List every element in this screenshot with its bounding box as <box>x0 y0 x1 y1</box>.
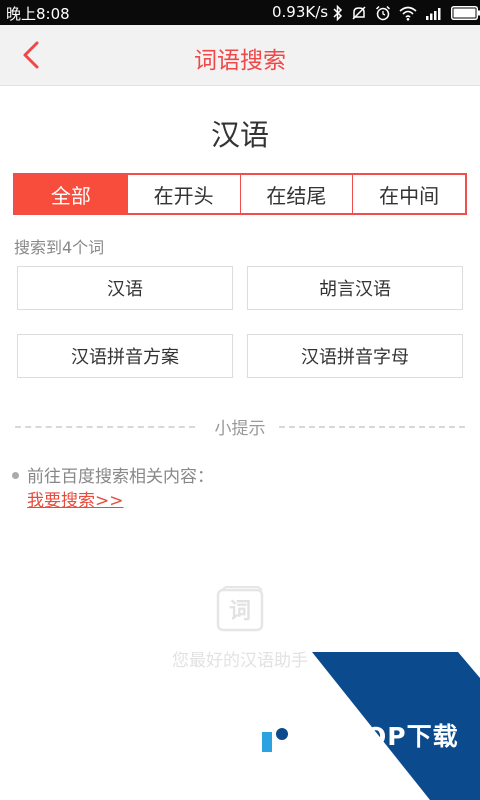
dictionary-icon: 词 <box>216 586 264 632</box>
tips-divider: 小提示 <box>15 414 465 439</box>
divider-line <box>279 426 465 428</box>
result-item[interactable]: 汉语拼音字母 <box>247 334 463 378</box>
tagline: 您最好的汉语助手 <box>172 651 308 671</box>
network-speed: 0.93K/s <box>272 3 329 21</box>
result-item[interactable]: 汉语拼音方案 <box>17 334 233 378</box>
pcpop-logo-icon <box>262 718 300 752</box>
wifi-icon <box>399 6 417 21</box>
watermark-sub: PCPOP Download <box>308 742 384 751</box>
tab-in-middle[interactable]: 在中间 <box>352 175 465 213</box>
alarm-icon <box>375 5 391 21</box>
result-item[interactable]: 胡言汉语 <box>247 266 463 310</box>
tip-text: 前往百度搜索相关内容： <box>27 467 214 487</box>
searched-word: 汉语 <box>210 118 269 152</box>
status-bar: 晚上8:08 0.93K/s <box>0 0 480 25</box>
mute-icon <box>352 6 366 20</box>
title-bar: 词语搜索 <box>0 25 480 86</box>
baidu-search-link[interactable]: 我要搜索>> <box>27 486 124 511</box>
status-icons <box>333 5 480 21</box>
signal-icon <box>426 8 441 20</box>
result-item[interactable]: 汉语 <box>17 266 233 310</box>
tab-all[interactable]: 全部 <box>15 175 127 213</box>
dictionary-glyph: 词 <box>229 599 251 624</box>
tab-at-end[interactable]: 在结尾 <box>239 175 353 213</box>
page-title: 词语搜索 <box>194 48 286 74</box>
tab-at-start[interactable]: 在开头 <box>126 175 240 213</box>
battery-icon <box>451 6 480 20</box>
result-count: 搜索到4个词 <box>14 238 105 257</box>
bluetooth-icon <box>333 5 343 21</box>
position-tabs: 全部 在开头 在结尾 在中间 <box>13 173 467 215</box>
status-time: 晚上8:08 <box>6 5 70 23</box>
tip-item: 前往百度搜索相关内容： <box>12 462 214 487</box>
bullet-icon <box>12 471 19 479</box>
